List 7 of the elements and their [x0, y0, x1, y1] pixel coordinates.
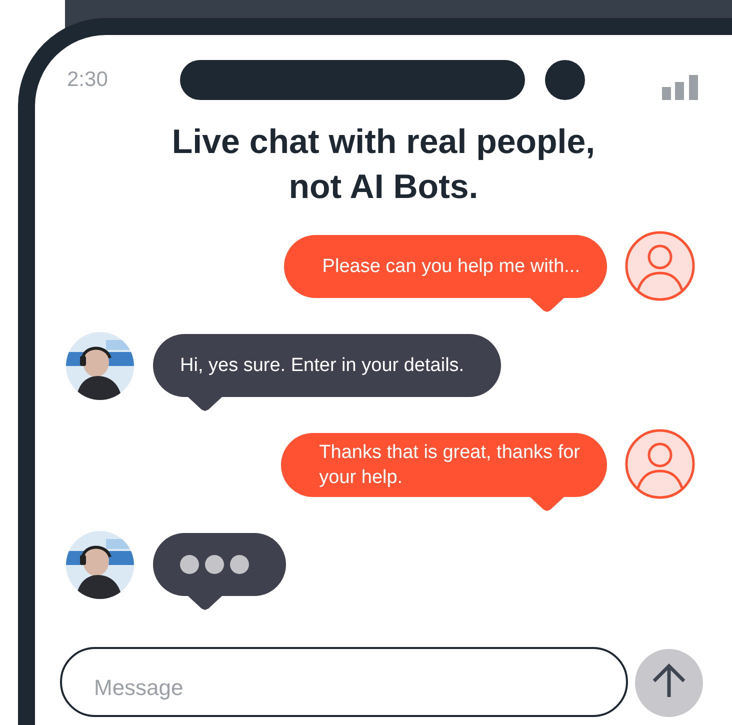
heading: Live chat with real people, not AI Bots.: [170, 122, 596, 208]
camera-icon: [545, 60, 585, 100]
user-avatar-icon: [625, 429, 695, 499]
user-avatar-icon: [625, 231, 695, 301]
message-field[interactable]: Message: [60, 647, 628, 717]
status-time: 2:30: [66, 67, 109, 93]
signal-icon: [662, 75, 700, 100]
